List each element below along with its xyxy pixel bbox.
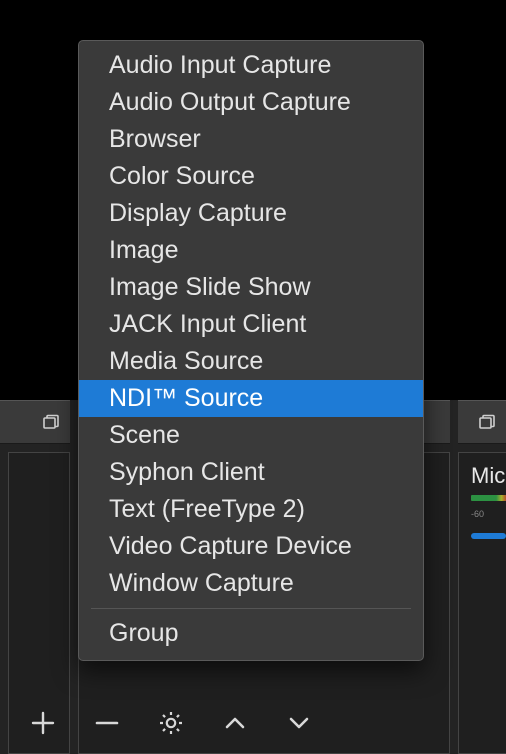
menu-item-browser[interactable]: Browser xyxy=(79,121,423,158)
menu-item-jack-input-client[interactable]: JACK Input Client xyxy=(79,306,423,343)
dock-panel-left-header xyxy=(0,400,70,444)
dock-panel-mixer-header xyxy=(458,400,506,444)
menu-item-group[interactable]: Group xyxy=(79,615,423,652)
add-source-menu: Audio Input CaptureAudio Output CaptureB… xyxy=(78,40,424,661)
source-properties-button[interactable] xyxy=(154,706,188,740)
menu-item-image-slide-show[interactable]: Image Slide Show xyxy=(79,269,423,306)
add-source-button[interactable] xyxy=(26,706,60,740)
mixer-channel-label: Mic xyxy=(471,463,505,489)
move-source-up-button[interactable] xyxy=(218,706,252,740)
menu-item-display-capture[interactable]: Display Capture xyxy=(79,195,423,232)
menu-item-text-freetype-2[interactable]: Text (FreeType 2) xyxy=(79,491,423,528)
menu-item-video-capture-device[interactable]: Video Capture Device xyxy=(79,528,423,565)
dock-panel-mixer-body: Mic -60 xyxy=(458,452,506,754)
remove-source-button[interactable] xyxy=(90,706,124,740)
popout-icon[interactable] xyxy=(478,413,496,431)
popout-icon[interactable] xyxy=(42,413,60,431)
menu-item-audio-input-capture[interactable]: Audio Input Capture xyxy=(79,47,423,84)
menu-item-window-capture[interactable]: Window Capture xyxy=(79,565,423,602)
menu-item-image[interactable]: Image xyxy=(79,232,423,269)
menu-item-ndi-source[interactable]: NDI™ Source xyxy=(79,380,423,417)
menu-item-syphon-client[interactable]: Syphon Client xyxy=(79,454,423,491)
mixer-meter-tick: -60 xyxy=(471,509,484,519)
mixer-volume-slider[interactable] xyxy=(471,533,506,539)
menu-item-media-source[interactable]: Media Source xyxy=(79,343,423,380)
menu-item-scene[interactable]: Scene xyxy=(79,417,423,454)
menu-item-color-source[interactable]: Color Source xyxy=(79,158,423,195)
move-source-down-button[interactable] xyxy=(282,706,316,740)
menu-item-audio-output-capture[interactable]: Audio Output Capture xyxy=(79,84,423,121)
mixer-meter-bar xyxy=(471,495,506,501)
sources-toolbar xyxy=(0,692,316,754)
dock-panel-mixer: Mic -60 xyxy=(458,400,506,754)
menu-separator xyxy=(91,608,411,609)
mixer-meter: -60 xyxy=(471,495,506,509)
